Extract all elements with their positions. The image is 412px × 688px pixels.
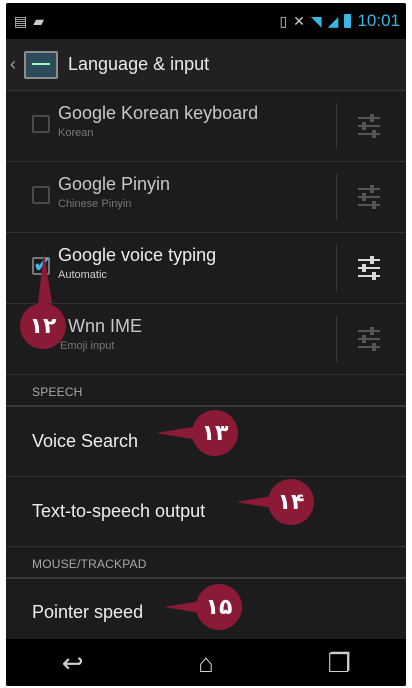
phone-screen: ▤ ▰ ▯ ✕ ◥ ◢ 10:01 ‹ Language & input Goo…: [6, 3, 406, 686]
settings-sliders-icon[interactable]: [352, 109, 386, 143]
nav-bar: ↩ ⌂ ❐: [6, 639, 406, 686]
pref-tts-output[interactable]: Text-to-speech output: [6, 477, 406, 547]
divider: [336, 103, 337, 149]
pref-label: Pointer speed: [32, 601, 144, 622]
annotation-badge-15: ۱۵: [196, 584, 242, 630]
home-icon[interactable]: ⌂: [176, 648, 236, 678]
list-item-korean-keyboard[interactable]: Google Korean keyboard Korean: [6, 91, 406, 162]
settings-list: Google Korean keyboard Korean Google Pin…: [6, 91, 406, 645]
item-subtitle: Emoji input: [60, 340, 115, 352]
list-item-pinyin[interactable]: Google Pinyin Chinese Pinyin: [6, 162, 406, 233]
divider: [336, 245, 337, 291]
section-header-speech: SPEECH: [6, 375, 406, 407]
message-icon: ▤: [14, 13, 28, 29]
item-title: Google Korean keyboard: [58, 103, 259, 123]
back-icon[interactable]: ↩: [43, 648, 103, 678]
checkbox-pinyin[interactable]: [32, 186, 50, 204]
sim-icon: ▯: [279, 13, 288, 29]
list-item-voice-typing[interactable]: Google voice typing Automatic: [6, 233, 406, 304]
item-subtitle: Korean: [58, 127, 94, 139]
signal-icon: ◢: [327, 13, 339, 29]
checkbox-korean-keyboard[interactable]: [32, 115, 50, 133]
page-title: Language & input: [68, 54, 210, 74]
divider: [336, 174, 337, 220]
clock: 10:01: [357, 11, 400, 30]
settings-app-icon[interactable]: [24, 50, 58, 79]
settings-sliders-icon[interactable]: [352, 322, 386, 356]
annotation-badge-14: ۱۴: [268, 479, 314, 525]
pref-label: Voice Search: [32, 431, 139, 451]
wifi-icon: ◥: [310, 13, 322, 29]
item-title: Google Pinyin: [58, 174, 171, 194]
battery-icon: [344, 14, 352, 28]
mute-icon: ✕: [293, 13, 305, 29]
section-header-mouse: MOUSE/TRACKPAD: [6, 547, 406, 579]
annotation-badge-12: ۱۲: [20, 303, 66, 349]
list-item-wnn-ime[interactable]: Wnn IME Emoji input: [6, 304, 406, 375]
back-caret-icon[interactable]: ‹: [10, 54, 22, 75]
annotation-badge-13: ۱۳: [192, 410, 238, 456]
recents-icon[interactable]: ❐: [309, 648, 369, 678]
android-icon: ▰: [33, 13, 45, 29]
settings-sliders-icon[interactable]: [352, 180, 386, 214]
status-bar: ▤ ▰ ▯ ✕ ◥ ◢ 10:01: [6, 3, 406, 39]
settings-sliders-icon[interactable]: [352, 251, 386, 285]
item-subtitle: Chinese Pinyin: [58, 198, 132, 210]
item-title: Google voice typing: [58, 245, 217, 265]
pref-label: Text-to-speech output: [32, 501, 206, 521]
item-title: Wnn IME: [68, 316, 143, 336]
item-subtitle: Automatic: [58, 269, 107, 281]
action-bar[interactable]: ‹ Language & input: [6, 39, 406, 91]
divider: [336, 316, 337, 362]
